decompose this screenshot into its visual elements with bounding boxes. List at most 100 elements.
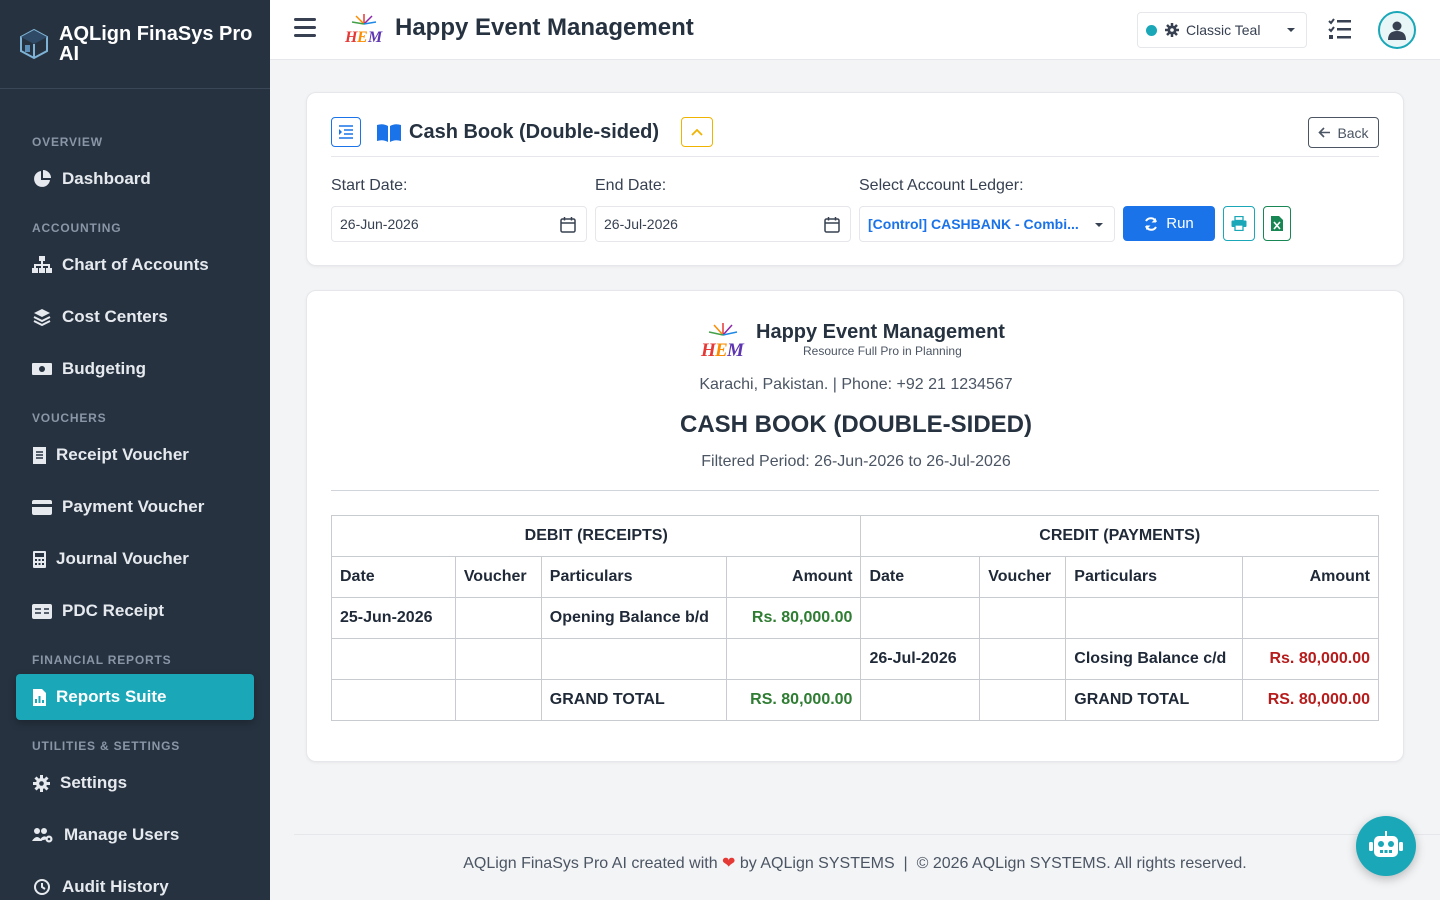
- col-voucher: Voucher: [979, 556, 1067, 598]
- file-excel-icon: [1271, 216, 1283, 231]
- cell-voucher: [979, 638, 1067, 680]
- robot-icon: [1369, 831, 1403, 857]
- cube-logo-icon: [20, 28, 48, 60]
- sidebar-item-manage-users[interactable]: Manage Users: [16, 812, 254, 858]
- section-utilities: UTILITIES & SETTINGS: [32, 739, 181, 753]
- divider: [331, 156, 1379, 157]
- run-button-label: Run: [1166, 215, 1194, 232]
- sidebar-toggle-button[interactable]: [331, 117, 361, 147]
- page-title: Happy Event Management: [395, 14, 694, 41]
- cash-book-table: DEBIT (RECEIPTS) CREDIT (PAYMENTS) Date …: [330, 515, 1379, 721]
- col-amount: Amount: [725, 556, 862, 598]
- column-header-row: Date Voucher Particulars Amount Date Vou…: [331, 556, 1379, 598]
- calendar-icon[interactable]: [824, 216, 840, 233]
- report-heading: CASH BOOK (DOUBLE-SIDED): [680, 411, 1032, 438]
- user-avatar[interactable]: [1378, 11, 1416, 49]
- sidebar-item-reports-suite[interactable]: Reports Suite: [16, 674, 254, 720]
- footer-left-text: AQLign FinaSys Pro AI created with: [463, 855, 718, 872]
- palette-gear-icon: [1165, 23, 1179, 37]
- ledger-label: Select Account Ledger:: [859, 177, 1024, 194]
- hamburger-menu-icon[interactable]: [294, 18, 316, 38]
- top-header: H E M Happy Event Management Classic Tea…: [270, 0, 1440, 60]
- cell-amount: Rs. 80,000.00: [1242, 638, 1379, 680]
- empty-cell: [979, 679, 1067, 721]
- ledger-select[interactable]: [Control] CASHBANK - Combi...: [859, 206, 1115, 242]
- company-tagline: Resource Full Pro in Planning: [803, 344, 962, 358]
- start-date-label: Start Date:: [331, 177, 408, 194]
- sidebar-item-label: Payment Voucher: [62, 497, 205, 516]
- cell-voucher: [454, 597, 542, 639]
- debit-total-amount: RS. 80,000.00: [725, 679, 862, 721]
- file-chart-icon: [32, 687, 46, 707]
- svg-text:E: E: [714, 340, 728, 361]
- company-name: Happy Event Management: [756, 321, 1005, 343]
- section-overview: OVERVIEW: [32, 135, 103, 149]
- credit-header: CREDIT (PAYMENTS): [860, 515, 1379, 557]
- chevron-down-icon: [1287, 28, 1295, 32]
- user-icon: [1388, 21, 1406, 40]
- col-amount: Amount: [1242, 556, 1379, 598]
- empty-cell: [454, 679, 542, 721]
- brand[interactable]: AQLign FinaSys Pro AI: [0, 0, 270, 89]
- refresh-icon: [1145, 216, 1158, 231]
- ledger-select-value: [Control] CASHBANK - Combi...: [868, 216, 1079, 232]
- printer-icon: [1231, 216, 1247, 231]
- cell-date: 26-Jul-2026: [860, 638, 981, 680]
- sidebar-item-journal-voucher[interactable]: Journal Voucher: [16, 536, 254, 582]
- svg-text:E: E: [356, 29, 368, 46]
- hem-logo-icon: H E M: [700, 323, 745, 361]
- sidebar-item-label: Dashboard: [62, 169, 151, 188]
- end-date-value: 26-Jul-2026: [604, 216, 678, 232]
- calendar-icon[interactable]: [560, 216, 576, 233]
- debit-total-label: GRAND TOTAL: [540, 679, 727, 721]
- theme-selector[interactable]: Classic Teal: [1137, 12, 1307, 48]
- export-excel-button[interactable]: [1263, 206, 1291, 241]
- cell-particulars: [540, 638, 727, 680]
- col-particulars: Particulars: [1065, 556, 1244, 598]
- collapse-button[interactable]: [681, 117, 713, 147]
- hem-logo-icon: H E M: [344, 14, 383, 46]
- start-date-input[interactable]: 26-Jun-2026: [331, 206, 587, 242]
- sidebar-item-label: PDC Receipt: [62, 601, 165, 620]
- sidebar-item-cost-centers[interactable]: Cost Centers: [16, 294, 254, 340]
- sidebar-item-label: Reports Suite: [56, 687, 167, 706]
- col-date: Date: [860, 556, 981, 598]
- back-button[interactable]: Back: [1308, 117, 1379, 148]
- sidebar-item-pdc-receipt[interactable]: PDC Receipt: [16, 588, 254, 634]
- footer-divider: [294, 834, 1440, 835]
- arrow-left-icon: [1318, 127, 1331, 138]
- cell-particulars: Opening Balance b/d: [540, 597, 727, 639]
- sidebar-item-label: Journal Voucher: [56, 549, 189, 568]
- end-date-input[interactable]: 26-Jul-2026: [595, 206, 851, 242]
- history-icon: [32, 877, 52, 897]
- sidebar-item-payment-voucher[interactable]: Payment Voucher: [16, 484, 254, 530]
- sidebar: AQLign FinaSys Pro AI OVERVIEW Dashboard…: [0, 0, 270, 900]
- print-button[interactable]: [1223, 206, 1255, 241]
- gear-icon: [32, 773, 50, 793]
- sidebar-item-settings[interactable]: Settings: [16, 760, 254, 806]
- chevron-down-icon: [1095, 223, 1103, 227]
- cell-amount: [725, 638, 862, 680]
- section-vouchers: VOUCHERS: [32, 411, 107, 425]
- col-voucher: Voucher: [454, 556, 542, 598]
- book-open-icon: [377, 124, 401, 142]
- sidebar-item-dashboard[interactable]: Dashboard: [16, 156, 254, 202]
- sidebar-item-chart-of-accounts[interactable]: Chart of Accounts: [16, 242, 254, 288]
- credit-card-icon: [32, 497, 52, 517]
- ai-assistant-button[interactable]: [1356, 816, 1416, 876]
- svg-text:M: M: [726, 340, 745, 361]
- run-button[interactable]: Run: [1123, 206, 1215, 241]
- sidebar-item-budgeting[interactable]: Budgeting: [16, 346, 254, 392]
- sidebar-item-receipt-voucher[interactable]: Receipt Voucher: [16, 432, 254, 478]
- sidebar-item-label: Manage Users: [64, 825, 180, 844]
- sidebar-item-label: Budgeting: [62, 359, 147, 378]
- cell-date: 25-Jun-2026: [331, 597, 456, 639]
- task-list-icon[interactable]: [1328, 18, 1352, 40]
- footer-copyright: © 2026 AQLign SYSTEMS. All rights reserv…: [916, 855, 1247, 872]
- sitemap-icon: [32, 255, 52, 275]
- table-row: 26-Jul-2026 Closing Balance c/d Rs. 80,0…: [331, 638, 1379, 680]
- sidebar-item-label: Audit History: [62, 877, 169, 896]
- sidebar-item-audit-history[interactable]: Audit History: [16, 864, 254, 900]
- cell-date: [860, 597, 981, 639]
- empty-cell: [860, 679, 981, 721]
